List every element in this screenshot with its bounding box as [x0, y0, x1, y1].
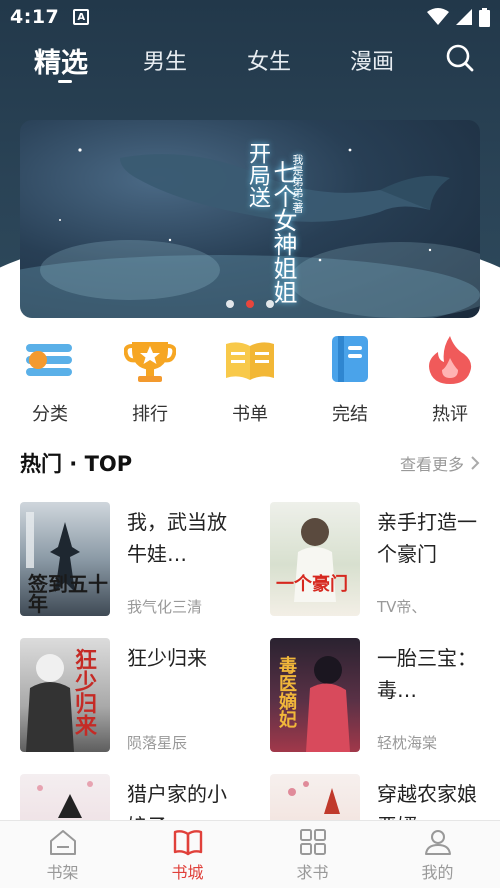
nav-label: 书城 [171, 862, 204, 882]
nav-label: 求书 [296, 862, 329, 882]
banner-text-3: 我是弟弟/著 [291, 154, 304, 213]
shortcut-label: 排行 [132, 404, 168, 425]
status-time: 4:17 [10, 6, 60, 28]
banner-pagination [20, 300, 480, 308]
cover-title: 狂少归来 [71, 648, 97, 736]
nav-profile[interactable]: 我的 [375, 821, 500, 888]
book-author: 陨落星辰 [127, 734, 188, 752]
flame-icon [429, 336, 472, 384]
banner-dot[interactable] [266, 300, 274, 308]
nav-label: 书架 [46, 862, 79, 882]
shortcut-ranking[interactable]: 排行 [105, 330, 195, 426]
book-card[interactable]: 签到五十年 我，武当放牛娃… 我气化三清 [20, 502, 250, 620]
wifi-icon [427, 8, 449, 25]
trophy-icon [123, 342, 177, 382]
book-title: 亲手打造一个豪门 [377, 510, 477, 566]
book-cover: 狂少归来 [20, 638, 110, 752]
bookstore-icon [173, 829, 202, 855]
cover-title: 毒医嫡妃 [276, 656, 297, 728]
category-shortcuts: 分类 排行 书单 完结 热评 [0, 330, 500, 425]
battery-icon [479, 7, 490, 27]
search-icon[interactable] [444, 42, 476, 74]
book-cover: 毒医嫡妃 [270, 638, 360, 752]
tab-featured[interactable]: 精选 [34, 41, 88, 80]
book-cover: 一个豪门 [270, 502, 360, 616]
section-title: 热门 · TOP [20, 452, 133, 476]
book-list-icon [226, 342, 274, 380]
notification-a-icon: A [73, 9, 90, 25]
bookshelf-icon [49, 829, 76, 855]
shortcut-hot-reviews[interactable]: 热评 [405, 330, 495, 426]
book-card[interactable]: 毒医嫡妃 一胎三宝：毒… 轻枕海棠 [270, 638, 500, 756]
shortcut-finished[interactable]: 完结 [305, 330, 395, 426]
book-author: TV帝、 [377, 598, 427, 616]
banner-dot-active[interactable] [246, 300, 254, 308]
status-indicators [427, 7, 490, 27]
view-more-label: 查看更多 [399, 455, 464, 474]
nav-request[interactable]: 求书 [250, 821, 375, 888]
cover-title: 签到五十年 [28, 572, 108, 616]
banner-dot[interactable] [226, 300, 234, 308]
finished-icon [332, 336, 368, 382]
channel-tabs: 精选 男生 女生 漫画 [0, 36, 500, 84]
tab-female[interactable]: 女生 [247, 44, 291, 76]
bottom-navigation: 书架 书城 求书 我的 [0, 820, 500, 888]
category-icon [26, 344, 72, 376]
tab-comics[interactable]: 漫画 [350, 44, 394, 76]
shortcut-label: 完结 [332, 404, 368, 425]
request-icon [299, 828, 326, 855]
nav-bookshelf[interactable]: 书架 [0, 821, 125, 888]
book-cover: 签到五十年 [20, 502, 110, 616]
promo-banner[interactable]: 开局送 七个女神姐姐 我是弟弟/著 [20, 120, 480, 318]
book-author: 我气化三清 [127, 598, 203, 616]
book-card[interactable]: 狂少归来 狂少归来 陨落星辰 [20, 638, 250, 756]
book-title: 狂少归来 [127, 646, 207, 670]
view-more-link[interactable]: 查看更多 [400, 451, 480, 475]
signal-icon [456, 9, 472, 25]
active-tab-indicator [58, 80, 72, 83]
shortcut-booklist[interactable]: 书单 [205, 330, 295, 426]
book-author: 轻枕海棠 [377, 734, 438, 752]
book-title: 一胎三宝：毒… [377, 646, 477, 702]
banner-text-1: 开局送 [245, 142, 270, 208]
nav-bookstore[interactable]: 书城 [125, 821, 250, 888]
book-card[interactable]: 一个豪门 亲手打造一个豪门 TV帝、 [270, 502, 500, 620]
nav-label: 我的 [421, 862, 454, 882]
cover-title: 一个豪门 [276, 574, 348, 595]
book-title: 我，武当放牛娃… [127, 510, 227, 566]
shortcut-label: 热评 [432, 404, 468, 425]
shortcut-label: 分类 [32, 404, 68, 425]
tab-male[interactable]: 男生 [143, 44, 187, 76]
shortcut-category[interactable]: 分类 [5, 330, 95, 426]
profile-icon [424, 829, 451, 855]
chevron-right-icon [471, 456, 480, 470]
status-bar: 4:17 A [0, 0, 500, 34]
hot-section-header: 热门 · TOP 查看更多 [20, 446, 480, 480]
shortcut-label: 书单 [232, 404, 268, 425]
